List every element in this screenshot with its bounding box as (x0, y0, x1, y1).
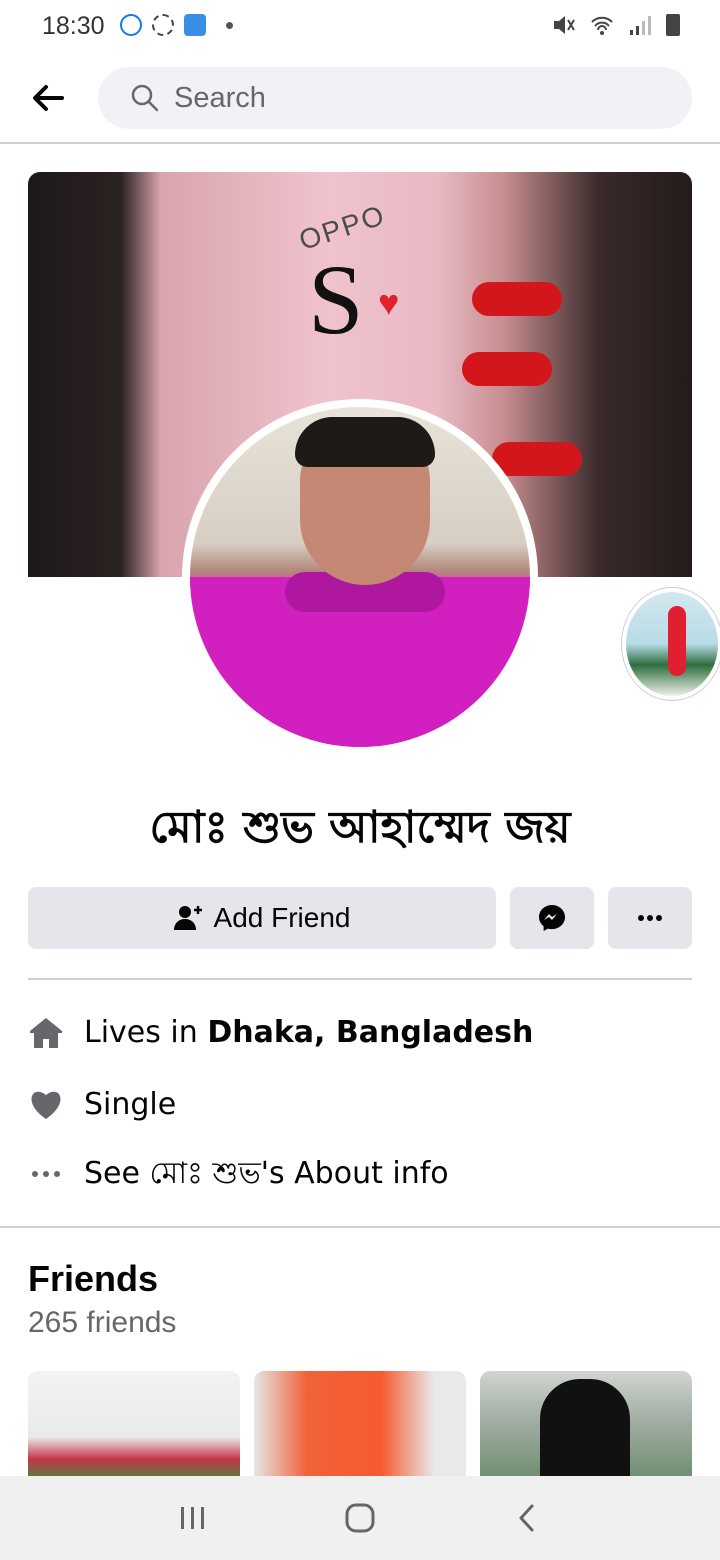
lives-in-text: Lives in Dhaka, Bangladesh (84, 1015, 533, 1050)
friends-count: 265 friends (28, 1306, 177, 1339)
detail-relationship: Single (28, 1079, 692, 1129)
about-info-link[interactable]: See মোঃ শুভ's About info (84, 1149, 449, 1200)
relationship-text: Single (84, 1086, 177, 1122)
message-button[interactable] (510, 887, 594, 949)
divider (28, 978, 692, 980)
back-arrow-icon (33, 85, 64, 111)
search-input[interactable] (174, 81, 654, 115)
side-avatar-figure (668, 606, 686, 676)
system-icons (552, 14, 680, 36)
wifi-icon (591, 16, 613, 35)
android-navigation-bar (0, 1476, 720, 1560)
battery-icon (666, 14, 680, 36)
chevron-left-icon (519, 1504, 534, 1532)
imo-icon (120, 14, 142, 36)
detail-lives-in: Lives in Dhaka, Bangladesh (28, 1007, 692, 1057)
recent-apps-button[interactable] (163, 1488, 223, 1548)
add-friend-icon (173, 906, 202, 930)
mute-icon (554, 16, 575, 34)
home-circle-icon (345, 1503, 375, 1533)
add-friend-button[interactable]: Add Friend (28, 887, 496, 949)
recent-apps-icon (181, 1507, 205, 1529)
top-header (0, 54, 720, 144)
app-notification-icon (184, 14, 206, 36)
status-time: 18:30 (42, 12, 105, 40)
status-bar: 18:30 (0, 0, 720, 54)
cover-letter: S (308, 244, 364, 355)
messenger-icon (539, 905, 565, 931)
home-button[interactable] (330, 1488, 390, 1548)
back-button[interactable] (28, 80, 68, 116)
lives-in-prefix: Lives in (84, 1014, 208, 1050)
cover-nail-decoration (462, 352, 552, 386)
cover-heart-icon: ♥ (378, 282, 400, 323)
more-notifications-dot-icon (226, 21, 233, 29)
home-icon (28, 1014, 64, 1050)
section-divider (0, 1226, 720, 1228)
detail-about-info[interactable]: See মোঃ শুভ's About info (28, 1149, 692, 1199)
friends-section-title[interactable]: Friends (28, 1258, 158, 1300)
friend-card[interactable] (28, 1371, 240, 1481)
cover-nail-decoration (472, 282, 562, 316)
back-nav-button[interactable] (497, 1488, 557, 1548)
more-dots-icon (638, 915, 662, 921)
profile-picture-image (190, 407, 530, 747)
sync-icon (152, 14, 174, 36)
profile-name: মোঃ শুভ আহাম্মেদ জয় (149, 802, 571, 853)
side-avatar-thumbnail[interactable] (622, 588, 720, 700)
search-icon (131, 84, 159, 112)
profile-picture[interactable] (182, 399, 538, 755)
friend-card[interactable] (480, 1371, 692, 1481)
heart-icon (28, 1086, 64, 1122)
search-bar[interactable] (98, 67, 692, 129)
friend-photo-figure (540, 1379, 630, 1481)
more-options-button[interactable] (608, 887, 692, 949)
cover-nail-decoration (492, 442, 582, 476)
lives-in-place-link[interactable]: Dhaka, Bangladesh (207, 1015, 533, 1050)
signal-icon (630, 16, 651, 35)
friend-card[interactable] (254, 1371, 466, 1481)
notification-icons (120, 14, 233, 36)
more-dots-icon (28, 1156, 64, 1192)
avatar-hair (295, 417, 435, 467)
add-friend-label: Add Friend (213, 902, 351, 933)
